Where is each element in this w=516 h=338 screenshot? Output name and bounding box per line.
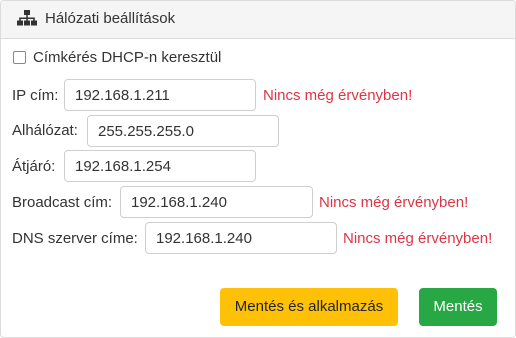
ip-address-input[interactable]	[64, 79, 256, 111]
dhcp-checkbox[interactable]	[13, 51, 26, 64]
network-icon	[17, 10, 37, 26]
panel-title: Hálózati beállítások	[45, 10, 176, 27]
network-settings-panel: Hálózati beállítások Címkérés DHCP-n ker…	[0, 0, 516, 338]
ip-address-warning: Nincs még érvényben!	[263, 87, 413, 104]
dns-server-label: DNS szerver címe:	[12, 230, 138, 247]
broadcast-warning: Nincs még érvényben!	[319, 194, 469, 211]
gateway-input[interactable]	[64, 150, 256, 182]
broadcast-input[interactable]	[120, 186, 313, 218]
ip-address-label: IP cím:	[12, 87, 59, 104]
dhcp-checkbox-label[interactable]: Címkérés DHCP-n keresztül	[33, 48, 221, 68]
broadcast-label: Broadcast cím:	[12, 194, 113, 211]
subnet-label: Alhálózat:	[12, 122, 78, 139]
dns-server-warning: Nincs még érvényben!	[343, 230, 493, 247]
gateway-label: Átjáró:	[12, 158, 56, 175]
save-button[interactable]: Mentés	[419, 288, 497, 326]
panel-heading: Hálózati beállítások	[1, 1, 515, 39]
save-and-apply-button[interactable]: Mentés és alkalmazás	[220, 288, 398, 326]
dns-server-input[interactable]	[145, 222, 337, 254]
subnet-input[interactable]	[87, 115, 279, 147]
